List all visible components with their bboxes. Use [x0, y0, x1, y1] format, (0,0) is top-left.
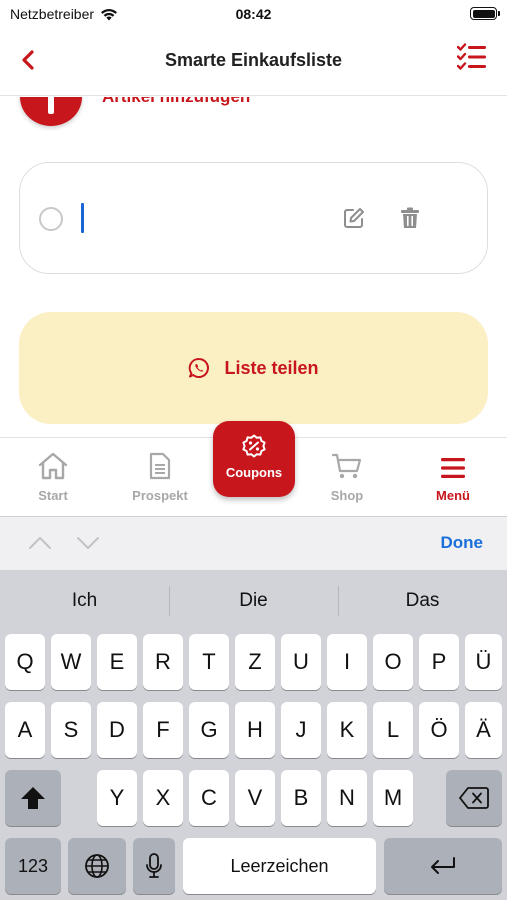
- onscreen-keyboard: Ich Die Das Q W E R T Z U I O P Ü A S D …: [0, 570, 507, 900]
- key-d[interactable]: D: [97, 702, 137, 758]
- cart-icon: [332, 453, 362, 479]
- tab-coupons-label: Coupons: [225, 465, 283, 480]
- key-o[interactable]: O: [373, 634, 413, 690]
- suggestion-2[interactable]: Die: [169, 590, 338, 612]
- tab-shop[interactable]: Shop: [302, 450, 392, 503]
- tab-start-label: Start: [38, 488, 68, 503]
- key-w[interactable]: W: [51, 634, 91, 690]
- chevron-down-icon: [77, 537, 99, 549]
- shift-arrow-icon: [21, 787, 45, 809]
- suggestion-1[interactable]: Ich: [0, 590, 169, 612]
- delete-button[interactable]: [396, 204, 424, 232]
- tab-start[interactable]: Start: [8, 450, 98, 503]
- key-b[interactable]: B: [281, 770, 321, 826]
- key-t[interactable]: T: [189, 634, 229, 690]
- globe-icon: [85, 854, 109, 878]
- page-title: Smarte Einkaufsliste: [164, 50, 343, 70]
- list-item: [19, 162, 488, 274]
- bottom-tab-bar: Start Prospekt Coupons Shop Menü: [0, 421, 507, 516]
- key-j[interactable]: J: [281, 702, 321, 758]
- key-n[interactable]: N: [327, 770, 367, 826]
- previous-field-button[interactable]: [26, 531, 54, 555]
- key-c[interactable]: C: [189, 770, 229, 826]
- key-z[interactable]: Z: [235, 634, 275, 690]
- share-list-label: Liste teilen: [224, 357, 319, 378]
- key-h[interactable]: H: [235, 702, 275, 758]
- shift-key[interactable]: [5, 770, 61, 826]
- backspace-icon: [459, 787, 489, 809]
- whatsapp-icon: [189, 357, 210, 378]
- status-time: 08:42: [235, 6, 272, 22]
- battery-icon: [470, 7, 500, 20]
- home-icon: [38, 452, 68, 480]
- status-bar: Netzbetreiber 08:42: [0, 0, 507, 28]
- key-f[interactable]: F: [143, 702, 183, 758]
- tab-menu[interactable]: Menü: [408, 450, 498, 503]
- add-item-button[interactable]: [20, 97, 82, 126]
- chevron-up-icon: [29, 537, 51, 549]
- key-v[interactable]: V: [235, 770, 275, 826]
- key-y[interactable]: Y: [97, 770, 137, 826]
- return-icon: [431, 857, 455, 874]
- key-x[interactable]: X: [143, 770, 183, 826]
- trash-icon: [401, 207, 419, 228]
- key-e[interactable]: E: [97, 634, 137, 690]
- key-a[interactable]: A: [5, 702, 45, 758]
- document-icon: [149, 452, 171, 480]
- key-i[interactable]: I: [327, 634, 367, 690]
- tab-menu-label: Menü: [436, 488, 470, 503]
- key-m[interactable]: M: [373, 770, 413, 826]
- space-key[interactable]: Leerzeichen: [183, 838, 376, 894]
- globe-key[interactable]: [68, 838, 126, 894]
- backspace-key[interactable]: [446, 770, 502, 826]
- key-oe[interactable]: Ö: [419, 702, 459, 758]
- key-q[interactable]: Q: [5, 634, 45, 690]
- item-name-input[interactable]: [80, 201, 330, 237]
- share-list-button[interactable]: Liste teilen: [19, 312, 488, 424]
- add-item-label: Artikel hinzufügen: [102, 97, 250, 107]
- checklist-button[interactable]: [455, 40, 489, 74]
- key-r[interactable]: R: [143, 634, 183, 690]
- tab-prospekt-label: Prospekt: [132, 488, 188, 503]
- dictation-key[interactable]: [133, 838, 175, 894]
- return-key[interactable]: [384, 838, 502, 894]
- key-l[interactable]: L: [373, 702, 413, 758]
- key-p[interactable]: P: [419, 634, 459, 690]
- keyboard-accessory-bar: Done: [0, 516, 507, 570]
- checklist-icon: [457, 43, 486, 70]
- item-check-radio[interactable]: [39, 207, 63, 231]
- done-button[interactable]: Done: [441, 533, 484, 553]
- tab-shop-label: Shop: [330, 488, 364, 503]
- suggestion-3[interactable]: Das: [338, 590, 507, 612]
- edit-icon: [344, 208, 364, 228]
- key-k[interactable]: K: [327, 702, 367, 758]
- app-header: Smarte Einkaufsliste: [0, 28, 507, 96]
- key-ue[interactable]: Ü: [465, 634, 502, 690]
- key-u[interactable]: U: [281, 634, 321, 690]
- key-ae[interactable]: Ä: [465, 702, 502, 758]
- tab-coupons[interactable]: Coupons: [213, 421, 295, 497]
- shopping-list-content: Artikel hinzufügen Liste teilen: [0, 97, 507, 437]
- edit-button[interactable]: [340, 204, 368, 232]
- tab-prospekt[interactable]: Prospekt: [115, 450, 205, 503]
- key-g[interactable]: G: [189, 702, 229, 758]
- microphone-icon: [146, 853, 162, 878]
- predictive-suggestions: Ich Die Das: [0, 570, 507, 630]
- numbers-key[interactable]: 123: [5, 838, 61, 894]
- key-s[interactable]: S: [51, 702, 91, 758]
- next-field-button[interactable]: [74, 531, 102, 555]
- text-caret: [81, 203, 84, 233]
- hamburger-menu-icon: [441, 458, 465, 478]
- add-item-row[interactable]: Artikel hinzufügen: [20, 97, 250, 127]
- coupon-percent-icon: [242, 434, 266, 458]
